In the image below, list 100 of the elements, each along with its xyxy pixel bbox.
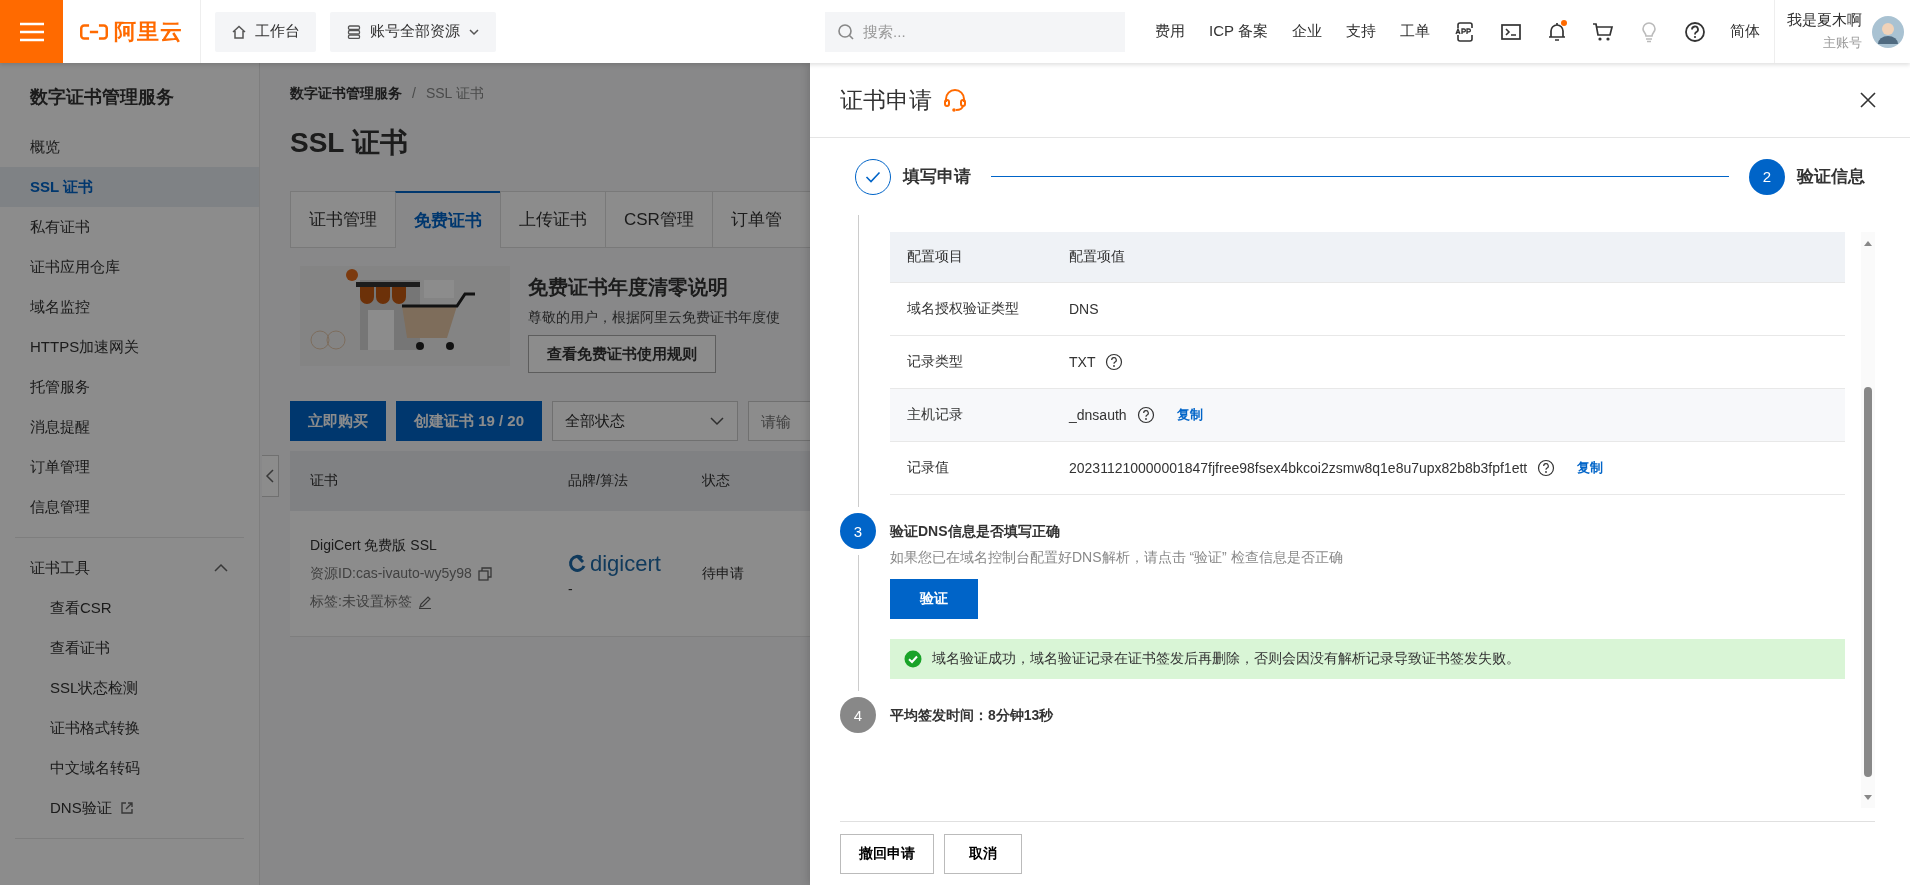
tab[interactable]: 上传证书: [500, 191, 605, 248]
sidebar-item[interactable]: 中文域名转码: [0, 748, 259, 788]
tab[interactable]: 订单管: [711, 191, 810, 248]
sidebar-item[interactable]: DNS验证: [0, 788, 259, 828]
record-value: DNS: [1069, 301, 1099, 317]
copy-link[interactable]: 复制: [1176, 406, 1203, 424]
help-icon[interactable]: [1537, 459, 1556, 477]
column-header: 配置项值: [1052, 232, 1845, 283]
sidebar-item[interactable]: 查看CSR: [0, 588, 259, 628]
buy-button[interactable]: 立即购买: [290, 401, 386, 441]
help-icon[interactable]: [1105, 353, 1124, 371]
status-select[interactable]: 全部状态: [552, 401, 739, 441]
nav-link[interactable]: 费用: [1155, 22, 1186, 41]
sidebar-item[interactable]: 证书应用仓库: [0, 247, 259, 287]
tab[interactable]: 证书管理: [290, 191, 395, 248]
sidebar-item[interactable]: 查看证书: [0, 628, 259, 668]
nav-link[interactable]: 企业: [1292, 22, 1322, 41]
drawer-title: 证书申请: [840, 85, 932, 115]
cancel-button[interactable]: 取消: [944, 833, 1022, 874]
help-icon[interactable]: [1684, 20, 1706, 43]
table-cell: 记录值: [890, 441, 1052, 495]
cart-icon[interactable]: [1592, 20, 1614, 43]
step-title: 平均签发时间：8分钟13秒: [890, 706, 1054, 725]
sidebar-item[interactable]: HTTPS加速网关: [0, 327, 259, 367]
logo-icon: [80, 21, 108, 42]
brand-name: digicert: [590, 550, 661, 577]
search-icon: [837, 22, 856, 41]
step-number: 4: [840, 697, 876, 733]
record-value: TXT: [1069, 354, 1096, 370]
breadcrumb-item: SSL 证书: [425, 85, 484, 103]
column-header: 证书: [309, 472, 339, 490]
status-text: 待申请: [702, 564, 744, 581]
record-value: 202311210000001847fjfree98fsex4bkcoi2zsmw8q1e8u7upx82b8b3fpf1ett: [1069, 460, 1528, 476]
help-icon[interactable]: [1136, 406, 1155, 424]
resource-id: 资源ID:cas-ivauto-wy5y98: [310, 564, 472, 583]
table-cell: 记录类型: [890, 335, 1052, 389]
tag-text: 标签:未设置标签: [310, 592, 412, 611]
breadcrumb-item[interactable]: 数字证书管理服务: [290, 85, 402, 103]
edit-icon[interactable]: [417, 594, 432, 609]
sidebar-item[interactable]: 概览: [0, 127, 259, 167]
nav-link[interactable]: 工单: [1400, 22, 1430, 41]
step-label: 验证信息: [1797, 166, 1865, 188]
copy-icon[interactable]: [477, 566, 492, 581]
user-name[interactable]: 我是夏木啊: [1787, 11, 1862, 30]
search-field[interactable]: 搜索...: [825, 11, 1126, 52]
alert-text: 域名验证成功，域名验证记录在证书签发后再删除，否则会因没有解析记录导致证书签发失败。: [932, 650, 1520, 668]
menu-button[interactable]: [0, 0, 63, 63]
sidebar-item[interactable]: SSL状态检测: [0, 668, 259, 708]
resource-dropdown[interactable]: 账号全部资源: [330, 11, 496, 52]
workbench-button[interactable]: 工作台: [215, 11, 316, 52]
group-label: 证书工具: [30, 558, 90, 578]
step-number: 3: [840, 513, 876, 549]
logo-icon: [568, 553, 588, 574]
sidebar-item[interactable]: 证书格式转换: [0, 708, 259, 748]
tab[interactable]: CSR管理: [605, 191, 712, 248]
verify-button[interactable]: 验证: [890, 579, 978, 619]
language-link[interactable]: 简体: [1730, 22, 1760, 41]
menu-icon: [17, 20, 46, 43]
page-title: SSL 证书: [290, 126, 409, 160]
close-icon: [1860, 92, 1876, 108]
notice-title: 免费证书年度清零说明: [528, 275, 729, 300]
algorithm: -: [568, 580, 574, 597]
step-title: 验证DNS信息是否填写正确: [890, 522, 1060, 541]
record-value: _dnsauth: [1069, 407, 1127, 423]
avatar[interactable]: [1872, 15, 1904, 48]
search-field[interactable]: 请输: [748, 401, 810, 441]
withdraw-button[interactable]: 撤回申请: [840, 833, 934, 874]
column-header: 配置项目: [890, 232, 1052, 283]
stack-icon: [346, 23, 362, 40]
sidebar-item[interactable]: 私有证书: [0, 207, 259, 247]
home-icon: [231, 23, 247, 40]
app-phone-icon[interactable]: [1454, 20, 1476, 43]
account-role: 主账号: [1823, 34, 1862, 52]
headset-icon[interactable]: [942, 87, 968, 113]
check-icon: [865, 170, 881, 183]
sidebar-item[interactable]: SSL 证书: [0, 167, 259, 207]
collapse-handle[interactable]: [262, 455, 279, 497]
step-number: 2: [1749, 158, 1785, 195]
check-circle-icon: [904, 650, 922, 668]
step-description: 如果您已在域名控制台配置好DNS解析，请点击 “验证” 检查信息是否正确: [890, 549, 1343, 567]
breadcrumb-separator: /: [412, 85, 416, 103]
table-cell: 主机记录: [890, 388, 1052, 442]
sidebar-item[interactable]: 订单管理: [0, 447, 259, 487]
nav-link[interactable]: ICP 备案: [1209, 22, 1268, 41]
sidebar-group-header[interactable]: 证书工具: [0, 548, 259, 588]
rules-button[interactable]: 查看免费证书使用规则: [528, 335, 716, 373]
copy-link[interactable]: 复制: [1577, 459, 1604, 477]
column-header: 状态: [702, 472, 730, 490]
scrollbar[interactable]: [1861, 232, 1875, 808]
step-label: 填写申请: [903, 166, 971, 188]
bell-icon[interactable]: [1546, 20, 1568, 43]
create-button[interactable]: 创建证书 19 / 20: [396, 401, 543, 441]
nav-link[interactable]: 支持: [1346, 22, 1376, 41]
certificate-name: DigiCert 免费版 SSL: [310, 536, 438, 555]
sidebar-item[interactable]: 域名监控: [0, 287, 259, 327]
sidebar-item[interactable]: 托管服务: [0, 367, 259, 407]
tab[interactable]: 免费证书: [395, 191, 500, 248]
notice-text: 尊敬的用户，根据阿里云免费证书年度使: [528, 309, 780, 327]
sidebar-item[interactable]: 信息管理: [0, 487, 259, 527]
sidebar-item[interactable]: 消息提醒: [0, 407, 259, 447]
